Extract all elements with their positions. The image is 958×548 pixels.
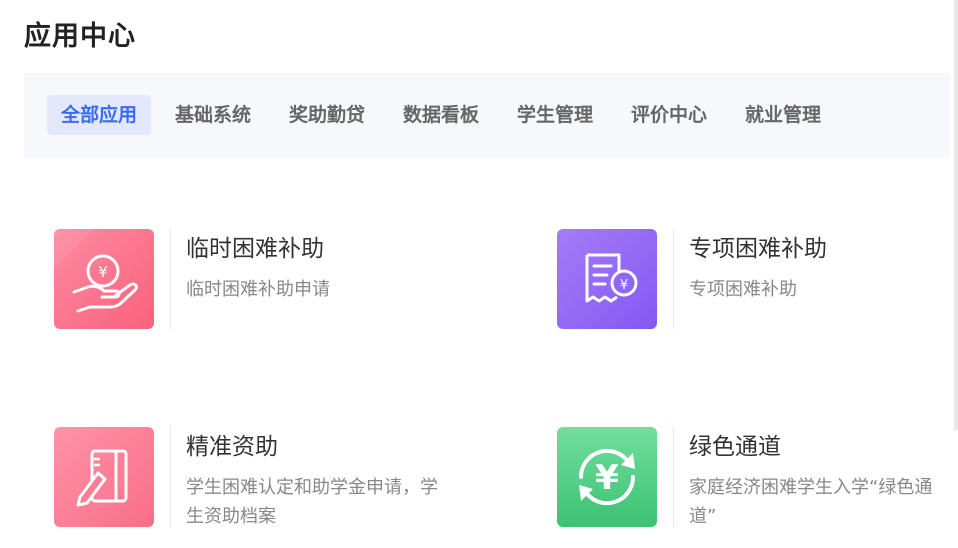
tab-aid-loans[interactable]: 奖助勤贷 [289, 95, 365, 135]
app-description: 专项困难补助 [689, 279, 797, 300]
notebook-pen-icon [54, 427, 154, 527]
tab-all-apps[interactable]: 全部应用 [47, 95, 152, 135]
app-title: 专项困难补助 [689, 236, 827, 262]
card-divider [673, 229, 674, 329]
yuan-cycle-icon: ¥ [557, 427, 657, 527]
app-description: 临时困难补助申请 [186, 279, 330, 300]
app-card-special-aid[interactable]: ¥ 专项困难补助 专项困难补助 [557, 229, 947, 329]
receipt-yuan-icon: ¥ [557, 229, 657, 329]
app-description: 学生困难认定和助学金申请，学生资助档案 [186, 477, 438, 527]
card-divider [673, 427, 674, 527]
svg-text:¥: ¥ [620, 278, 628, 293]
coin-hand-icon: ¥ [54, 229, 154, 329]
app-card-temporary-aid[interactable]: ¥ 临时困难补助 临时困难补助申请 [54, 229, 454, 329]
scrollbar[interactable] [954, 0, 958, 430]
app-description: 家庭经济困难学生入学“绿色通道” [689, 477, 933, 527]
app-title: 临时困难补助 [186, 236, 324, 262]
tab-student-management[interactable]: 学生管理 [517, 95, 593, 135]
tab-basic-system[interactable]: 基础系统 [175, 95, 251, 135]
svg-text:¥: ¥ [595, 458, 619, 498]
tab-evaluation-center[interactable]: 评价中心 [631, 95, 707, 135]
tab-employment-management[interactable]: 就业管理 [745, 95, 821, 135]
card-divider [170, 229, 171, 329]
tab-data-dashboard[interactable]: 数据看板 [403, 95, 479, 135]
app-card-precise-aid[interactable]: 精准资助 学生困难认定和助学金申请，学生资助档案 [54, 427, 454, 527]
app-title: 绿色通道 [689, 434, 781, 460]
svg-text:¥: ¥ [98, 263, 108, 281]
card-divider [170, 427, 171, 527]
app-card-green-channel[interactable]: ¥ 绿色通道 家庭经济困难学生入学“绿色通道” [557, 427, 952, 527]
page-title: 应用中心 [24, 21, 136, 52]
category-tab-bar: 全部应用 基础系统 奖助勤贷 数据看板 学生管理 评价中心 就业管理 [24, 73, 950, 158]
app-title: 精准资助 [186, 434, 278, 460]
